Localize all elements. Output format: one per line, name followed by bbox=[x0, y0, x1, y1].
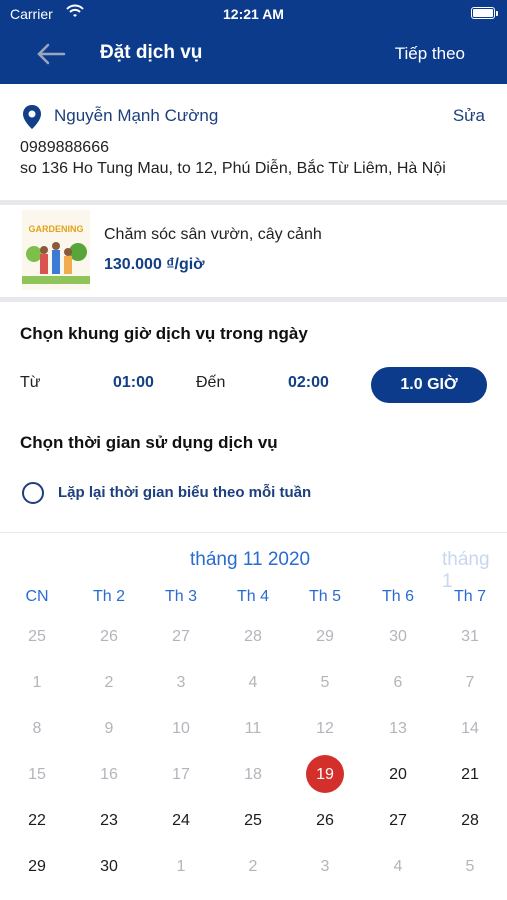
calendar-day: 5 bbox=[465, 858, 475, 875]
duration-badge[interactable]: 1.0 GIỜ bbox=[371, 367, 487, 403]
calendar-day: 15 bbox=[28, 766, 46, 783]
service-price: 130.000 ₫/giờ bbox=[104, 256, 205, 273]
usage-heading: Chọn thời gian sử dụng dịch vụ bbox=[20, 433, 278, 452]
calendar-day: 4 bbox=[393, 858, 403, 875]
battery-icon bbox=[471, 7, 498, 19]
calendar-day[interactable]: 22 bbox=[1, 812, 73, 830]
calendar-day: 25 bbox=[28, 628, 46, 645]
calendar-day: 2 bbox=[104, 674, 114, 691]
calendar-day: 29 bbox=[316, 628, 334, 645]
from-time-picker[interactable]: 01:00 bbox=[113, 374, 154, 392]
calendar-day: 26 bbox=[100, 628, 118, 645]
calendar-day: 14 bbox=[461, 720, 479, 737]
calendar-day: 1 bbox=[176, 858, 186, 875]
calendar-day: 28 bbox=[244, 628, 262, 645]
weekday-header: Th 6 bbox=[381, 588, 414, 605]
calendar-day: 18 bbox=[244, 766, 262, 783]
calendar-day[interactable]: 20 bbox=[362, 766, 434, 784]
calendar-day[interactable]: 29 bbox=[1, 858, 73, 876]
weekday-header: CN bbox=[25, 588, 49, 605]
next-month-title[interactable]: tháng 1 bbox=[442, 549, 490, 593]
weekday-header: Th 2 bbox=[92, 588, 125, 605]
next-button[interactable]: Tiếp theo bbox=[395, 44, 465, 64]
repeat-weekly-label[interactable]: Lặp lại thời gian biểu theo mỗi tuần bbox=[58, 484, 311, 501]
calendar-day[interactable]: 27 bbox=[362, 812, 434, 830]
calendar-day: 2 bbox=[248, 858, 258, 875]
calendar-day-selected[interactable]: 19 bbox=[289, 766, 361, 784]
page-title: Đặt dịch vụ bbox=[100, 42, 203, 63]
calendar-day: 11 bbox=[244, 720, 262, 737]
divider bbox=[0, 532, 507, 533]
calendar-day[interactable]: 24 bbox=[145, 812, 217, 830]
weekday-header: Th 3 bbox=[164, 588, 197, 605]
clock: 12:21 AM bbox=[223, 6, 284, 22]
to-label: Đến bbox=[196, 374, 226, 391]
calendar-day: 4 bbox=[248, 674, 258, 691]
customer-address: so 136 Ho Tung Mau, to 12, Phú Diễn, Bắc… bbox=[20, 160, 446, 177]
nav-bar: Carrier 12:21 AM Đặt dịch vụ Tiếp theo bbox=[0, 0, 507, 84]
service-image: GARDENING bbox=[22, 210, 90, 290]
calendar-day[interactable]: 21 bbox=[434, 766, 506, 784]
divider bbox=[0, 297, 507, 302]
calendar-day: 13 bbox=[389, 720, 407, 737]
divider bbox=[0, 200, 507, 205]
from-label: Từ bbox=[20, 374, 41, 391]
back-arrow-icon[interactable] bbox=[34, 40, 68, 68]
calendar-day: 9 bbox=[104, 720, 114, 737]
weekday-header: Th 5 bbox=[308, 588, 341, 605]
calendar-day[interactable]: 23 bbox=[73, 812, 145, 830]
edit-address-button[interactable]: Sửa bbox=[453, 106, 485, 126]
customer-name: Nguyễn Mạnh Cường bbox=[54, 106, 219, 125]
service-name: Chăm sóc sân vườn, cây cảnh bbox=[104, 226, 322, 243]
calendar-day: 10 bbox=[172, 720, 190, 737]
calendar-day[interactable]: 26 bbox=[289, 812, 361, 830]
status-bar: Carrier 12:21 AM bbox=[0, 4, 507, 24]
location-pin-icon bbox=[23, 105, 41, 129]
repeat-weekly-radio[interactable] bbox=[22, 482, 44, 504]
calendar-day: 27 bbox=[172, 628, 190, 645]
calendar-day[interactable]: 28 bbox=[434, 812, 506, 830]
calendar-day: 12 bbox=[316, 720, 334, 737]
service-image-text: GARDENING bbox=[28, 224, 83, 234]
calendar-day: 5 bbox=[320, 674, 330, 691]
to-time-picker[interactable]: 02:00 bbox=[288, 374, 329, 392]
weekday-header: Th 7 bbox=[453, 588, 486, 605]
weekday-header: Th 4 bbox=[236, 588, 269, 605]
calendar-day: 16 bbox=[100, 766, 118, 783]
calendar-day[interactable]: 30 bbox=[73, 858, 145, 876]
customer-phone: 0989888666 bbox=[20, 139, 109, 156]
calendar-day: 1 bbox=[32, 674, 42, 691]
month-title: tháng 11 2020 bbox=[190, 549, 311, 570]
calendar-day[interactable]: 25 bbox=[217, 812, 289, 830]
time-slot-heading: Chọn khung giờ dịch vụ trong ngày bbox=[20, 324, 308, 343]
calendar-day: 17 bbox=[172, 766, 190, 783]
calendar-day: 7 bbox=[465, 674, 475, 691]
calendar-day: 31 bbox=[461, 628, 479, 645]
calendar-day: 30 bbox=[389, 628, 407, 645]
calendar-day: 8 bbox=[32, 720, 42, 737]
calendar-day: 3 bbox=[320, 858, 330, 875]
calendar-day: 6 bbox=[393, 674, 403, 691]
calendar-day: 3 bbox=[176, 674, 186, 691]
